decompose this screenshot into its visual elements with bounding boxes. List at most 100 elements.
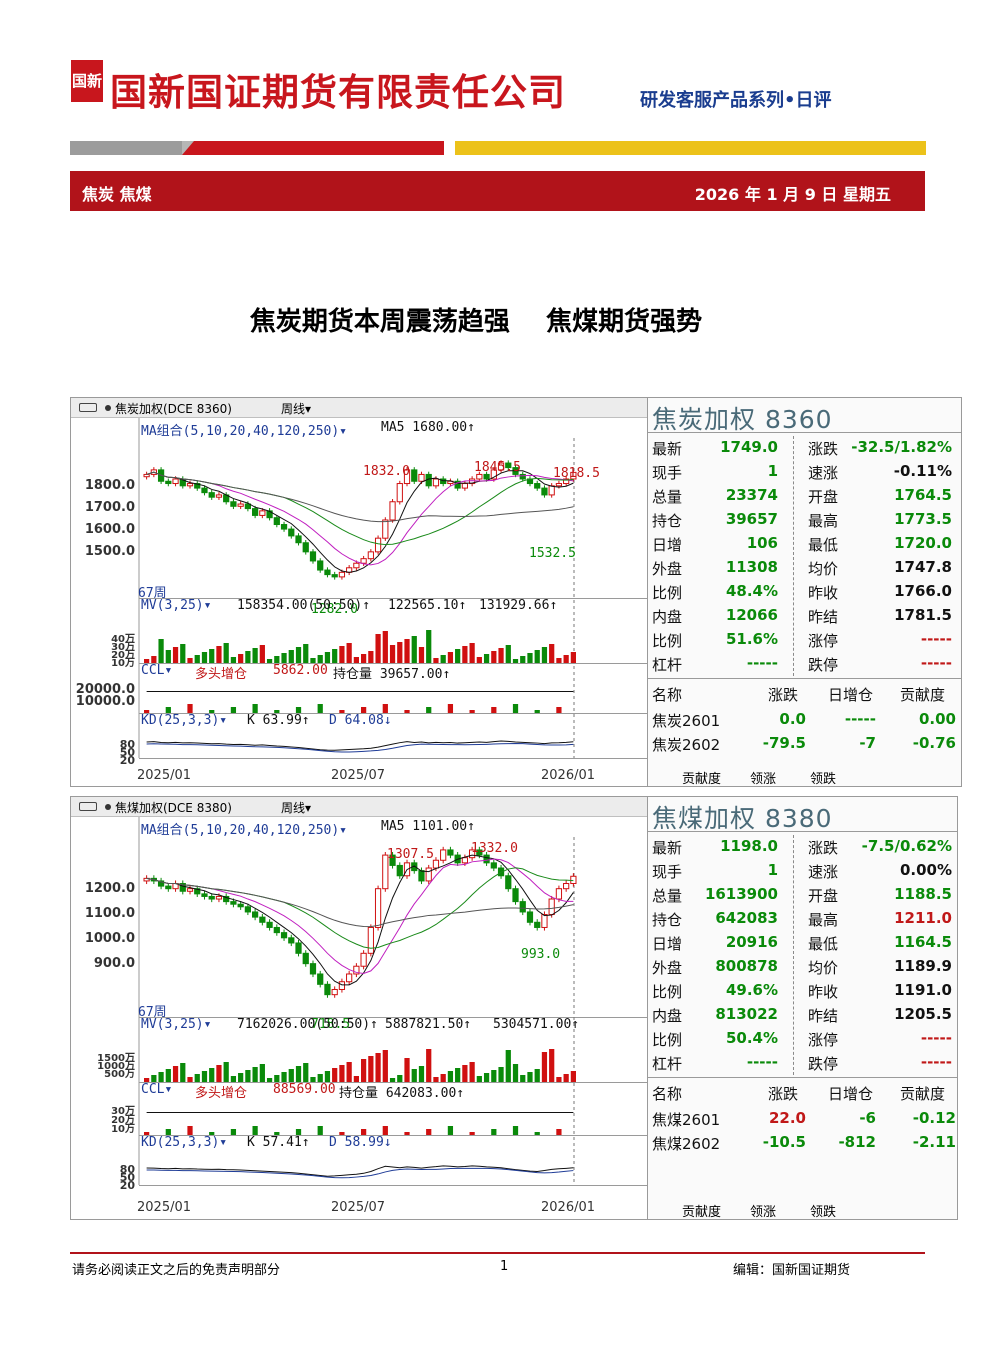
quote-field-value: 800878 (715, 957, 778, 975)
quote-field-label: 持仓 (652, 911, 683, 929)
candle (172, 478, 179, 485)
peak-label-2: 1332.0 (471, 841, 518, 856)
candle (526, 911, 534, 923)
tab-top-losers[interactable]: 领跌 (802, 1201, 844, 1219)
candle (461, 483, 468, 489)
date-axis-tick: 2025/07 (331, 768, 386, 783)
oi-change-bar (382, 1126, 388, 1135)
candle (505, 875, 512, 890)
volume-bar (165, 1069, 171, 1082)
quote-field-label: 最低 (808, 935, 839, 953)
volume-bar (397, 1075, 403, 1082)
ma5-value: MA5 1680.00↑ (381, 420, 475, 435)
oi-change-bar (469, 710, 475, 713)
volume-bar (288, 650, 294, 663)
oi-change-bar (230, 1129, 237, 1135)
tab-top-losers[interactable]: 领跌 (802, 768, 844, 786)
candle (411, 469, 418, 482)
contract-cell: -812 (838, 1133, 876, 1151)
ccl-state: 多头增仓 (195, 667, 248, 682)
tab-contribution[interactable]: 贡献度 (674, 768, 729, 786)
quote-field-value: 1773.5 (894, 510, 952, 528)
quote-field-value: 48.4% (725, 582, 778, 600)
volume-bar (476, 657, 482, 663)
quote-field-label: 内盘 (652, 608, 683, 626)
kd-d-value: D 64.08↓ (329, 713, 392, 728)
candle (534, 483, 541, 489)
candle (490, 862, 497, 869)
candle (360, 952, 367, 967)
volume-bar (259, 645, 265, 663)
volume-bar (411, 636, 417, 663)
tab-contribution[interactable]: 贡献度 (674, 1201, 729, 1219)
candle (186, 888, 194, 892)
mv-value-2: 5887821.50↑ (385, 1017, 472, 1032)
tab-top-gainers[interactable]: 领涨 (742, 1201, 784, 1219)
candle (259, 510, 266, 516)
volume-bar (187, 658, 193, 663)
volume-bar (209, 649, 215, 663)
candle (280, 932, 288, 939)
quote-field-label: 均价 (808, 959, 839, 977)
volume-bar (397, 642, 403, 663)
trough-label-1: 1532.5 (529, 546, 576, 561)
quote-field-label: 杠杆 (652, 1055, 683, 1073)
volume-bar (245, 1070, 251, 1082)
contract-name[interactable]: 焦煤2602 (652, 1133, 720, 1154)
candle (534, 921, 541, 928)
coking-coal-chart-panel: 焦煤加权(DCE 8380) 周线▾ MA组合(5,10,20,40,120,250… (70, 796, 958, 1220)
contract-name[interactable]: 焦炭2602 (652, 734, 720, 755)
candle (317, 560, 324, 571)
quote-field-label: 最高 (808, 911, 839, 929)
quote-field-value: 1164.5 (894, 933, 952, 951)
quote-field-value: 106 (746, 534, 778, 552)
quote-field-label: 比例 (652, 632, 683, 650)
volume-bar (281, 1072, 287, 1082)
candle (461, 857, 468, 864)
volume-bar (527, 1072, 533, 1082)
quote-row: 持仓 642083 最高 1211.0 (648, 907, 957, 931)
report-series: 研发客服产品系列•日评 (640, 90, 832, 111)
quote-row: 比例 50.4% 涨停 ----- (648, 1027, 957, 1051)
contract-cell: 0.0 (779, 710, 806, 728)
quote-field-value: 23374 (725, 486, 778, 504)
candle (237, 503, 244, 507)
ma5-value: MA5 1101.00↑ (381, 819, 475, 834)
price-axis-tick: 1700.0 (84, 500, 135, 515)
oi-change-bar (512, 1126, 519, 1135)
volume-bar (339, 1065, 345, 1082)
volume-bar (375, 1053, 381, 1082)
tab-top-gainers[interactable]: 领涨 (742, 768, 784, 786)
company-name: 国新国证期货有限责任公司 (110, 71, 566, 114)
candle (280, 524, 288, 530)
contract-name[interactable]: 焦煤2601 (652, 1109, 720, 1130)
coke-chart-panel: 焦炭加权(DCE 8360) 周线▾ MA组合(5,10,20,40,120,250… (70, 397, 962, 787)
contract-name[interactable]: 焦炭2601 (652, 710, 720, 731)
date-axis-tick: 2025/01 (137, 768, 192, 783)
volume-bar (505, 1050, 511, 1082)
quote-field-label: 跌停 (808, 1055, 839, 1073)
decor-bar-red (182, 141, 444, 155)
volume-bar (201, 652, 208, 663)
candle (338, 571, 346, 578)
volume-bar (491, 1070, 497, 1082)
volume-bar (238, 654, 244, 663)
quote-field-value: ----- (920, 654, 952, 672)
volume-bar (332, 649, 338, 663)
volume-bar (252, 648, 258, 663)
volume-bar (476, 1076, 482, 1082)
trough-label-1: 993.0 (521, 947, 561, 962)
quote-field-value: 642083 (715, 909, 778, 927)
quote-row: 最新 1198.0 涨跌 -7.5/0.62% (648, 835, 957, 859)
candle (302, 952, 309, 965)
quote-title: 焦煤加权 8380 (652, 804, 833, 833)
volume-bar (534, 1069, 540, 1082)
volume-bar (563, 655, 569, 663)
quote-field-label: 跌停 (808, 656, 839, 674)
volume-bar (512, 1064, 519, 1082)
quote-row: 比例 51.6% 涨停 ----- (648, 628, 960, 652)
price-axis-tick: 1200.0 (84, 881, 135, 896)
quote-field-value: 1766.0 (894, 582, 952, 600)
volume-bar (455, 649, 461, 663)
quote-field-value: 0.00% (899, 861, 952, 879)
